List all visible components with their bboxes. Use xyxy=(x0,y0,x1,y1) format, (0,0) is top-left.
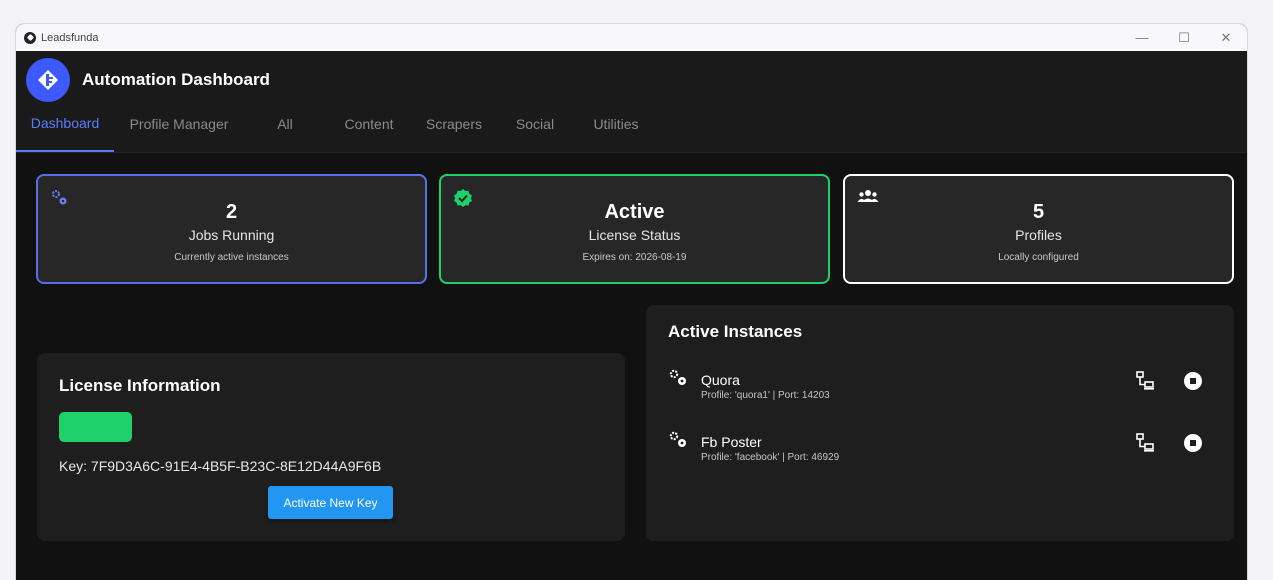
window-title: Leadsfunda xyxy=(41,31,99,44)
app-header: Automation Dashboard xyxy=(16,51,1247,109)
close-button[interactable]: ✕ xyxy=(1205,24,1247,51)
users-icon xyxy=(857,188,879,209)
stop-icon[interactable] xyxy=(1184,372,1202,395)
gears-icon xyxy=(668,368,690,395)
app-window: Leadsfunda — ☐ ✕ Automation Dashboard Da… xyxy=(16,24,1247,580)
stat-subtitle: Expires on: 2026-08-19 xyxy=(582,252,687,263)
verified-badge-icon xyxy=(453,188,473,213)
instance-name: Quora xyxy=(701,372,740,388)
tab-all[interactable]: All xyxy=(244,108,326,152)
logo-icon xyxy=(26,58,70,102)
window-controls: — ☐ ✕ xyxy=(1121,24,1247,51)
tab-utilities[interactable]: Utilities xyxy=(574,108,658,152)
tab-scrapers[interactable]: Scrapers xyxy=(412,108,496,152)
list-item: Quora Profile: 'quora1' | Port: 14203 xyxy=(668,368,1213,408)
tab-social[interactable]: Social xyxy=(496,108,574,152)
app-icon xyxy=(24,31,36,44)
stop-icon[interactable] xyxy=(1184,434,1202,457)
page-title: Automation Dashboard xyxy=(82,70,270,89)
stat-value: 5 xyxy=(1032,201,1045,223)
network-icon[interactable] xyxy=(1134,432,1156,459)
license-panel: License Information Key: 7F9D3A6C-91E4-4… xyxy=(37,353,625,541)
license-status-badge xyxy=(59,412,132,442)
active-instances-panel: Active Instances Quora Profile: 'quora1'… xyxy=(646,305,1234,541)
license-title: License Information xyxy=(59,376,221,395)
stat-subtitle: Currently active instances xyxy=(174,252,289,263)
instances-title: Active Instances xyxy=(668,322,803,341)
gears-icon xyxy=(668,430,690,457)
stat-value: Active xyxy=(604,201,665,223)
gears-icon xyxy=(50,188,70,213)
instance-meta: Profile: 'facebook' | Port: 46929 xyxy=(701,452,840,463)
minimize-button[interactable]: — xyxy=(1121,24,1163,51)
title-bar: Leadsfunda — ☐ ✕ xyxy=(16,24,1247,51)
stat-label: Profiles xyxy=(1015,227,1062,243)
activate-new-key-button[interactable]: Activate New Key xyxy=(268,486,393,519)
instance-meta: Profile: 'quora1' | Port: 14203 xyxy=(701,390,830,401)
instance-name: Fb Poster xyxy=(701,434,762,450)
tab-bar: Dashboard Profile Manager All Content Sc… xyxy=(16,109,1247,153)
tab-profile-manager[interactable]: Profile Manager xyxy=(114,108,244,152)
stat-subtitle: Locally configured xyxy=(998,252,1079,263)
stat-label: Jobs Running xyxy=(188,227,275,243)
stat-label: License Status xyxy=(588,227,681,243)
network-icon[interactable] xyxy=(1134,370,1156,397)
license-key: Key: 7F9D3A6C-91E4-4B5F-B23C-8E12D44A9F6… xyxy=(59,458,382,474)
stat-card-profiles: 5 Profiles Locally configured xyxy=(843,174,1234,284)
maximize-button[interactable]: ☐ xyxy=(1163,24,1205,51)
list-item: Fb Poster Profile: 'facebook' | Port: 46… xyxy=(668,430,1213,470)
stat-value: 2 xyxy=(225,201,238,223)
tab-content[interactable]: Content xyxy=(326,108,412,152)
tab-dashboard[interactable]: Dashboard xyxy=(16,108,114,152)
stat-card-jobs: 2 Jobs Running Currently active instance… xyxy=(36,174,427,284)
stat-card-license: Active License Status Expires on: 2026-0… xyxy=(439,174,830,284)
